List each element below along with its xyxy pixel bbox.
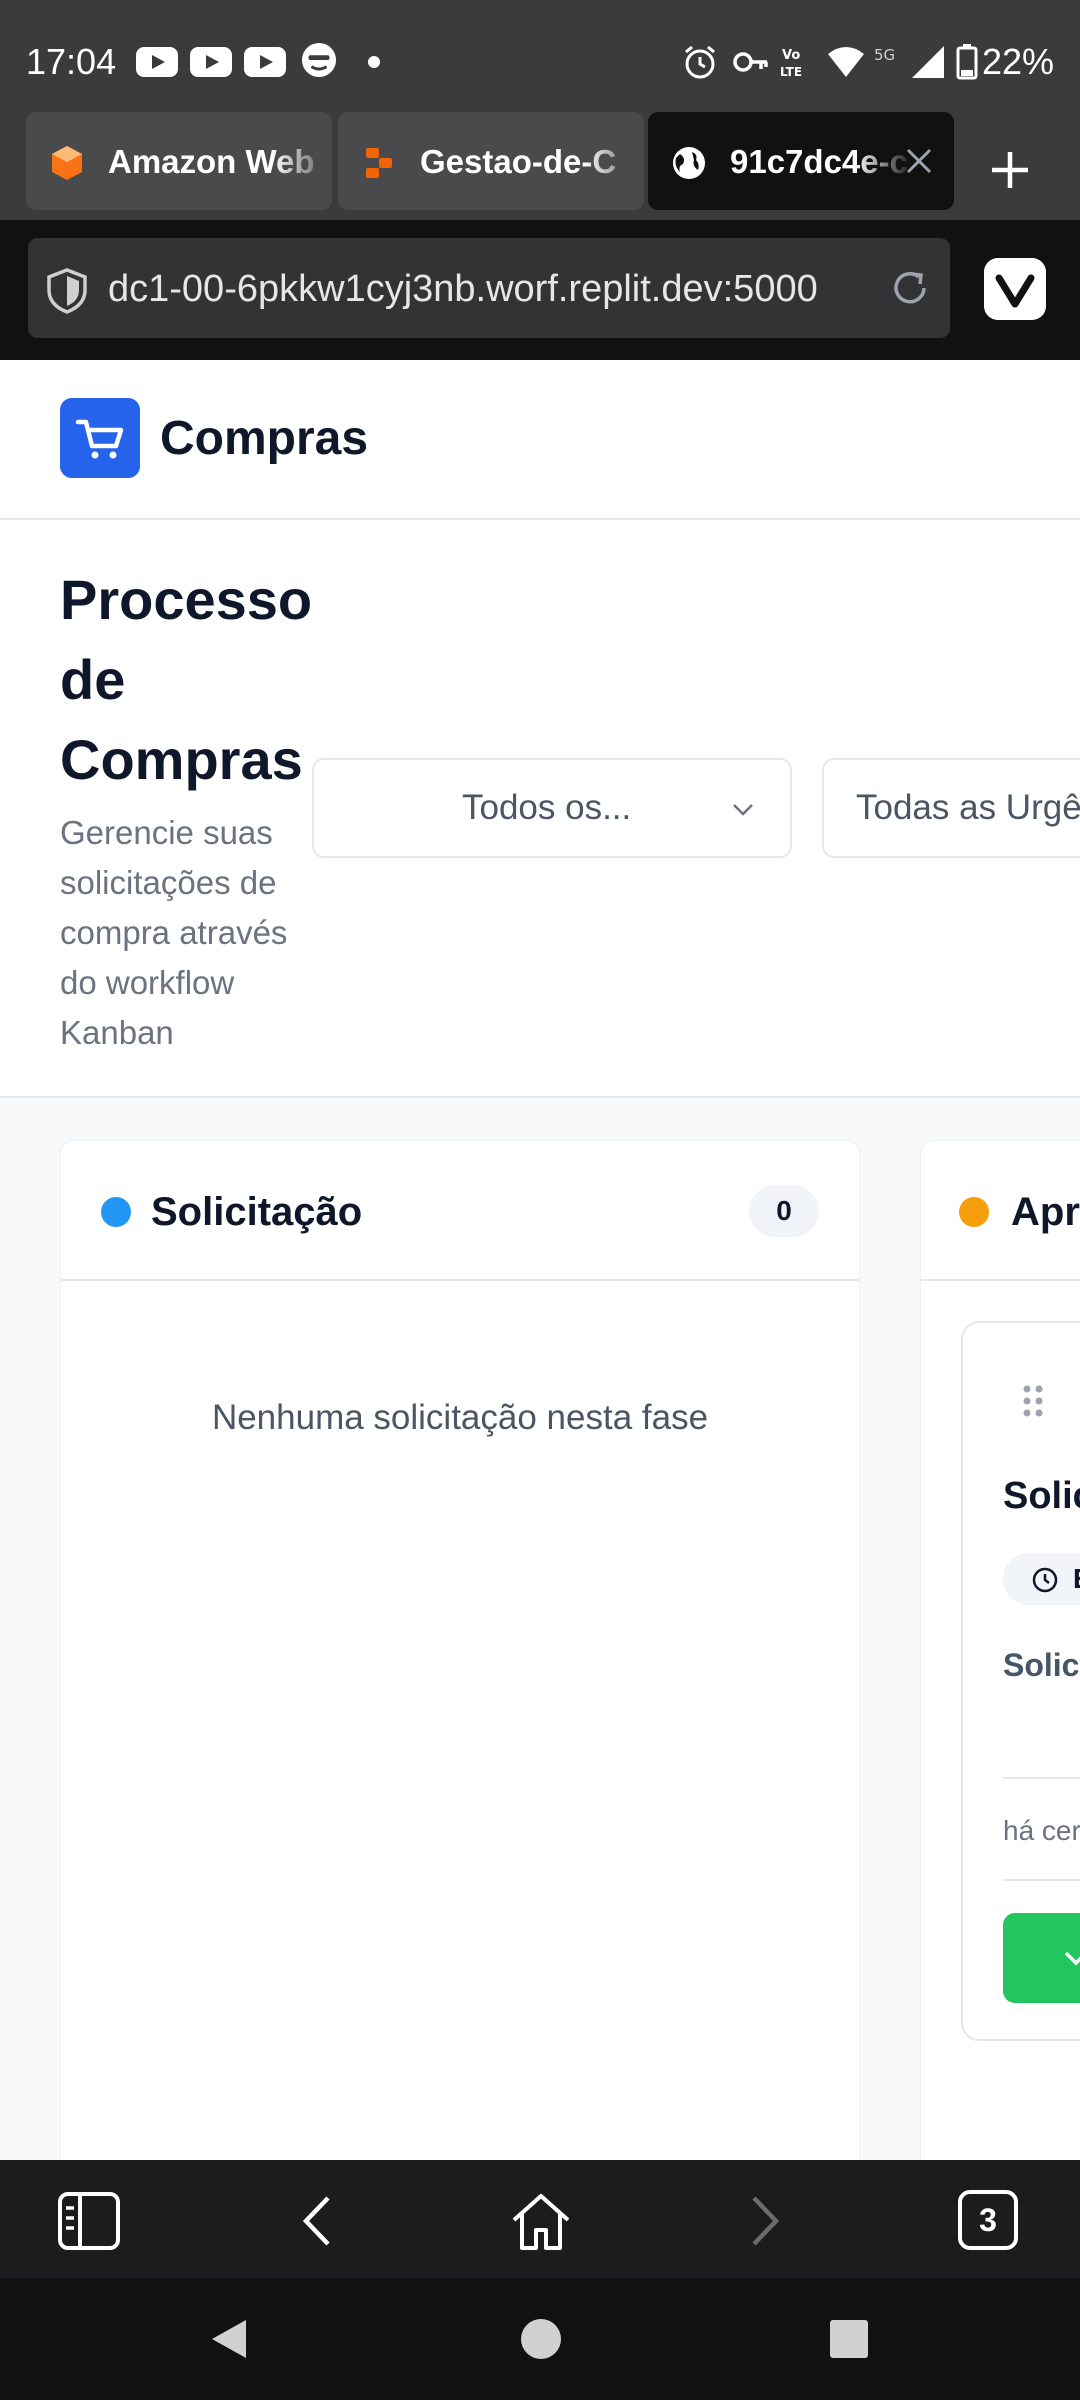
android-nav-bar bbox=[0, 2278, 1080, 2400]
address-bar[interactable]: dc1-00-6pkkw1cyj3nb.worf.replit.dev:5000 bbox=[28, 238, 950, 338]
card-timestamp: há cer bbox=[1003, 1815, 1080, 1846]
volte-icon: Vo LTE bbox=[780, 48, 802, 79]
svg-text:5G: 5G bbox=[874, 46, 895, 64]
kanban-column-aprovacao: Apro Solic E Solic Aprov há cer bbox=[920, 1140, 1080, 2160]
vivaldi-menu-icon[interactable] bbox=[984, 258, 1046, 320]
app-header: Compras bbox=[0, 360, 1080, 520]
column-header: Apro bbox=[921, 1141, 1080, 1281]
tab-count: 3 bbox=[979, 2202, 997, 2238]
browser-bottom-toolbar: 3 bbox=[0, 2160, 1080, 2278]
tab-active[interactable]: 91c7dc4e-c bbox=[648, 112, 954, 210]
panel-icon[interactable] bbox=[56, 2188, 122, 2254]
tab-amazon[interactable]: Amazon Web bbox=[26, 112, 332, 210]
tab-gestao[interactable]: Gestao-de-C bbox=[338, 112, 644, 210]
clock-icon bbox=[1032, 1567, 1058, 1593]
card-title: Solic bbox=[1003, 1475, 1080, 1517]
signal-icon bbox=[912, 46, 944, 78]
youtube-icon bbox=[136, 47, 178, 77]
card-description: Solic Aprov bbox=[1003, 1647, 1080, 1683]
svg-text:Vo: Vo bbox=[782, 48, 800, 63]
youtube-icon bbox=[190, 47, 232, 77]
status-bar: 17:04 Vo LTE 5G 22% bbox=[0, 0, 1080, 110]
column-title: Solicitação bbox=[151, 1190, 363, 1234]
column-header: Solicitação 0 bbox=[61, 1141, 859, 1281]
notification-dot bbox=[368, 56, 380, 68]
column-title: Apro bbox=[1011, 1190, 1080, 1234]
forward-arrow-icon[interactable] bbox=[730, 2188, 796, 2254]
back-icon[interactable] bbox=[206, 2316, 252, 2362]
drag-handle-icon[interactable] bbox=[1021, 1383, 1045, 1419]
alarm-icon bbox=[685, 45, 715, 79]
close-icon[interactable] bbox=[902, 144, 936, 178]
page-subtitle: Gerencie suas solicitações de compra atr… bbox=[60, 814, 288, 1051]
url-text[interactable]: dc1-00-6pkkw1cyj3nb.worf.replit.dev:5000 bbox=[108, 266, 898, 312]
replit-icon bbox=[366, 148, 392, 178]
battery-icon bbox=[956, 44, 978, 80]
filter-value: Todas as Urgê bbox=[856, 788, 1080, 827]
chevron-down-icon bbox=[1064, 1951, 1080, 1966]
address-bar-row: dc1-00-6pkkw1cyj3nb.worf.replit.dev:5000 bbox=[0, 220, 1080, 360]
status-time: 17:04 bbox=[26, 41, 117, 82]
recents-icon[interactable] bbox=[826, 2316, 872, 2362]
new-tab-icon[interactable] bbox=[980, 140, 1040, 200]
divider bbox=[1003, 1777, 1080, 1779]
back-arrow-icon[interactable] bbox=[286, 2188, 352, 2254]
status-dot bbox=[959, 1197, 989, 1227]
empty-column-message: Nenhuma solicitação nesta fase bbox=[211, 1398, 709, 1437]
request-card[interactable]: Solic E Solic Aprov há cer bbox=[961, 1321, 1080, 2041]
column-count-badge: 0 bbox=[749, 1185, 819, 1237]
5g-icon: 5G bbox=[874, 46, 895, 64]
kanban-board: Solicitação 0 Nenhuma solicitação nesta … bbox=[0, 1098, 1080, 2160]
aws-icon bbox=[52, 146, 82, 180]
badge-text: E bbox=[1073, 1561, 1080, 1597]
kanban-column-solicitacao: Solicitação 0 Nenhuma solicitação nesta … bbox=[60, 1140, 860, 2160]
reddit-icon bbox=[301, 42, 337, 78]
divider bbox=[1003, 1879, 1080, 1881]
svg-text:LTE: LTE bbox=[780, 65, 802, 79]
shield-icon[interactable] bbox=[46, 268, 88, 314]
battery-percentage: 22% bbox=[982, 41, 1055, 82]
youtube-icon bbox=[244, 47, 286, 77]
wifi-icon bbox=[828, 47, 864, 77]
approve-button[interactable] bbox=[1003, 1913, 1080, 2003]
tab-switcher-button[interactable]: 3 bbox=[958, 2190, 1018, 2250]
globe-icon bbox=[673, 147, 705, 179]
status-dot bbox=[101, 1197, 131, 1227]
urgency-filter-select[interactable]: Todas as Urgê bbox=[822, 758, 1080, 858]
reload-icon[interactable] bbox=[888, 266, 932, 310]
page-header: Processo de Compras Gerencie suas solici… bbox=[0, 520, 1080, 1098]
shopping-cart-icon bbox=[60, 398, 140, 478]
home-circle-icon[interactable] bbox=[518, 2316, 564, 2362]
home-icon[interactable] bbox=[508, 2188, 574, 2254]
chevron-down-icon bbox=[733, 804, 753, 816]
app-title: Compras bbox=[160, 412, 369, 465]
filter-value: Todos os... bbox=[462, 788, 632, 827]
vpn-key-icon bbox=[733, 52, 768, 72]
tab-strip: Amazon Web Gestao-de-C 91c7dc4e-c bbox=[0, 110, 1080, 220]
status-filter-select[interactable]: Todos os... bbox=[312, 758, 792, 858]
page-title: Processo de Compras bbox=[60, 568, 313, 791]
status-badge: E bbox=[1003, 1553, 1080, 1605]
